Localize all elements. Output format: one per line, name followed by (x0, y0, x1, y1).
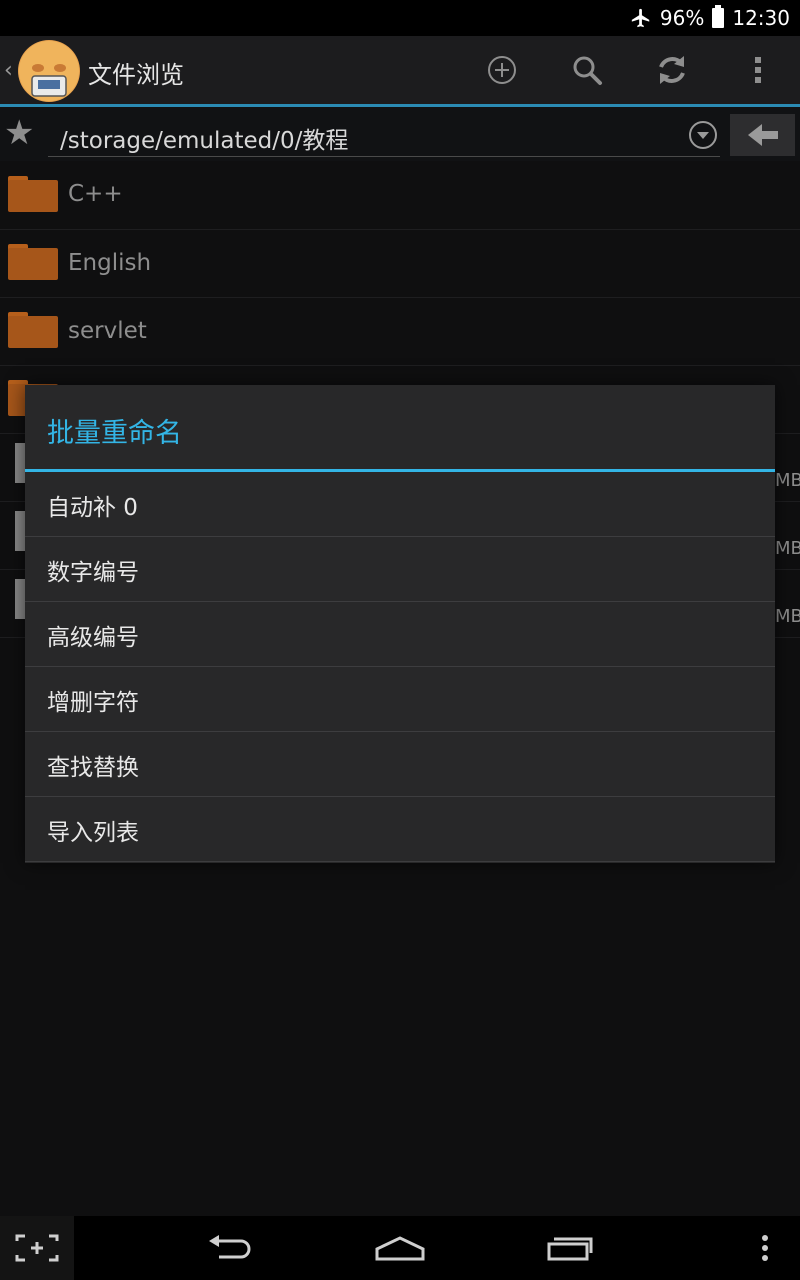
file-icon (15, 443, 25, 483)
list-item-label: English (68, 250, 152, 276)
menu-item-numbering[interactable]: 数字编号 (25, 537, 775, 602)
battery-percentage: 96% (659, 6, 705, 30)
menu-button[interactable] (745, 1216, 785, 1280)
menu-item-add-remove-chars[interactable]: 增删字符 (25, 667, 775, 732)
home-button[interactable] (360, 1216, 440, 1280)
menu-item-label: 数字编号 (47, 560, 139, 586)
list-item-label: C++ (68, 181, 123, 207)
menu-item-advanced-numbering[interactable]: 高级编号 (25, 602, 775, 667)
batch-rename-dialog: 批量重命名 自动补 0 数字编号 高级编号 增删字符 查找替换 导入列表 (25, 385, 775, 863)
screenshot-icon (15, 1234, 59, 1262)
menu-item-label: 查找替换 (47, 755, 139, 781)
recents-icon (547, 1237, 593, 1261)
folder-icon (8, 312, 58, 348)
path-text: /storage/emulated/0/教程 (60, 128, 349, 154)
list-item[interactable]: servlet (0, 297, 800, 366)
screenshot-button[interactable] (0, 1216, 74, 1280)
home-icon (375, 1236, 425, 1261)
arrow-left-icon (748, 124, 778, 146)
file-icon (15, 511, 25, 551)
menu-icon (762, 1235, 768, 1261)
file-size: MB (775, 538, 800, 559)
menu-item-label: 高级编号 (47, 625, 139, 651)
file-icon (15, 579, 25, 619)
app-icon[interactable] (18, 40, 80, 102)
dialog-title: 批量重命名 (47, 418, 182, 449)
status-right: 96% 12:30 (630, 0, 790, 36)
folder-icon (8, 244, 58, 280)
menu-item-find-replace[interactable]: 查找替换 (25, 732, 775, 797)
folder-icon (8, 176, 58, 212)
add-circle-icon[interactable] (484, 52, 520, 88)
back-icon (209, 1235, 251, 1259)
list-item[interactable]: C++ (0, 161, 800, 230)
menu-item-label: 导入列表 (47, 820, 139, 846)
menu-item-auto-pad-zero[interactable]: 自动补 0 (25, 472, 775, 537)
search-icon[interactable] (569, 52, 605, 88)
file-size: MB (775, 606, 800, 627)
battery-icon (712, 5, 725, 28)
overflow-menu-icon[interactable] (740, 52, 776, 88)
recents-button[interactable] (530, 1216, 610, 1280)
list-item[interactable]: English (0, 229, 800, 298)
refresh-icon[interactable] (654, 52, 690, 88)
back-button[interactable] (190, 1216, 270, 1280)
clock: 12:30 (732, 6, 790, 30)
file-size: MB (775, 470, 800, 491)
app-title: 文件浏览 (88, 61, 184, 89)
airplane-icon (631, 8, 650, 28)
menu-item-label: 增删字符 (47, 690, 139, 716)
path-back-button[interactable] (730, 114, 795, 156)
menu-item-label: 自动补 0 (47, 495, 138, 521)
path-dropdown-icon[interactable] (689, 121, 717, 149)
menu-item-import-list[interactable]: 导入列表 (25, 797, 775, 862)
up-navigation-caret-icon[interactable]: ‹ (4, 58, 13, 83)
list-item-label: servlet (68, 318, 147, 344)
bookmark-star-icon[interactable]: ★ (4, 116, 34, 150)
status-bar: 96% 12:30 (0, 0, 800, 36)
